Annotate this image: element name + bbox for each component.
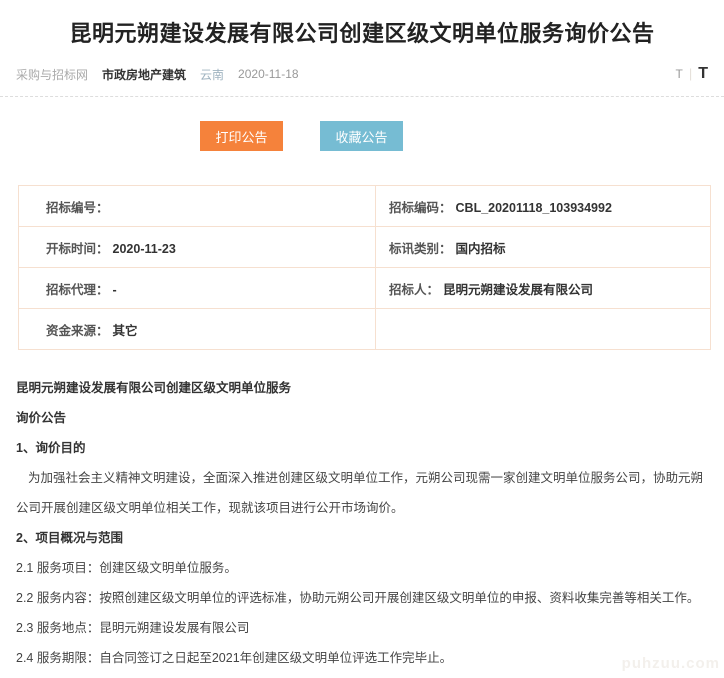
page-title: 昆明元朔建设发展有限公司创建区级文明单位服务询价公告 bbox=[0, 16, 724, 48]
cell-open-date: 开标时间： 2020-11-23 bbox=[19, 227, 376, 268]
header-separator bbox=[0, 96, 724, 97]
favorite-announcement-button[interactable]: 收藏公告 bbox=[320, 121, 403, 151]
toolbar: 打印公告 收藏公告 bbox=[0, 121, 724, 151]
article-subtitle2: 询价公告 bbox=[16, 403, 708, 433]
cell-bid-number: 招标编号： bbox=[19, 186, 376, 227]
cell-empty bbox=[376, 309, 711, 350]
table-row: 开标时间： 2020-11-23 标讯类别： 国内招标 bbox=[19, 227, 711, 268]
font-controls-divider: | bbox=[689, 66, 692, 81]
cell-label: 招标编码： bbox=[389, 201, 452, 215]
cell-label: 资金来源： bbox=[46, 324, 109, 338]
meta-source-link[interactable]: 采购与招标网 bbox=[16, 66, 88, 83]
section-1-paragraph: 为加强社会主义精神文明建设，全面深入推进创建区级文明单位工作，元朔公司现需一家创… bbox=[16, 463, 708, 523]
cell-label: 标讯类别： bbox=[389, 242, 452, 256]
cell-bid-type: 标讯类别： 国内招标 bbox=[376, 227, 711, 268]
meta-region: 云南 bbox=[200, 66, 224, 83]
cell-value: 国内招标 bbox=[456, 242, 506, 256]
meta-category: 市政房地产建筑 bbox=[102, 66, 186, 83]
announcement-body: 昆明元朔建设发展有限公司创建区级文明单位服务 询价公告 1、询价目的 为加强社会… bbox=[16, 373, 708, 673]
cell-value: 2020-11-23 bbox=[113, 242, 176, 256]
font-size-controls: T | T bbox=[675, 65, 708, 83]
cell-label: 招标代理： bbox=[46, 283, 109, 297]
cell-bid-code: 招标编码： CBL_20201118_103934992 bbox=[376, 186, 711, 227]
cell-label: 开标时间： bbox=[46, 242, 109, 256]
item-2-2: 2.2 服务内容：按照创建区级文明单位的评选标准，协助元朔公司开展创建区级文明单… bbox=[16, 583, 708, 613]
announcement-header: 昆明元朔建设发展有限公司创建区级文明单位服务询价公告 采购与招标网 市政房地产建… bbox=[0, 0, 724, 97]
section-heading-1: 1、询价目的 bbox=[16, 433, 708, 463]
font-size-decrease-button[interactable]: T bbox=[675, 67, 682, 81]
section-heading-2: 2、项目概况与范围 bbox=[16, 523, 708, 553]
cell-label: 招标人： bbox=[389, 283, 439, 297]
table-row: 招标编号： 招标编码： CBL_20201118_103934992 bbox=[19, 186, 711, 227]
cell-label: 招标编号： bbox=[46, 201, 109, 215]
cell-bidder: 招标人： 昆明元朔建设发展有限公司 bbox=[376, 268, 711, 309]
meta-date: 2020-11-18 bbox=[238, 67, 299, 81]
cell-value: CBL_20201118_103934992 bbox=[456, 201, 612, 215]
table-row: 资金来源： 其它 bbox=[19, 309, 711, 350]
cell-value: 昆明元朔建设发展有限公司 bbox=[443, 283, 593, 297]
font-size-increase-button[interactable]: T bbox=[698, 65, 708, 83]
cell-bid-agent: 招标代理：- bbox=[19, 268, 376, 309]
article-subtitle: 昆明元朔建设发展有限公司创建区级文明单位服务 bbox=[16, 373, 708, 403]
item-2-3: 2.3 服务地点：昆明元朔建设发展有限公司 bbox=[16, 613, 708, 643]
table-row: 招标代理：- 招标人： 昆明元朔建设发展有限公司 bbox=[19, 268, 711, 309]
meta-row: 采购与招标网 市政房地产建筑 云南 2020-11-18 T | T bbox=[0, 65, 724, 83]
bid-info-table: 招标编号： 招标编码： CBL_20201118_103934992 开标时间： 2… bbox=[18, 185, 711, 350]
print-announcement-button[interactable]: 打印公告 bbox=[200, 121, 283, 151]
item-2-4: 2.4 服务期限：自合同签订之日起至2021年创建区级文明单位评选工作完毕止。 bbox=[16, 643, 708, 673]
item-2-1: 2.1 服务项目：创建区级文明单位服务。 bbox=[16, 553, 708, 583]
cell-value: 其它 bbox=[113, 324, 138, 338]
cell-value: - bbox=[113, 283, 117, 297]
cell-fund-source: 资金来源： 其它 bbox=[19, 309, 376, 350]
